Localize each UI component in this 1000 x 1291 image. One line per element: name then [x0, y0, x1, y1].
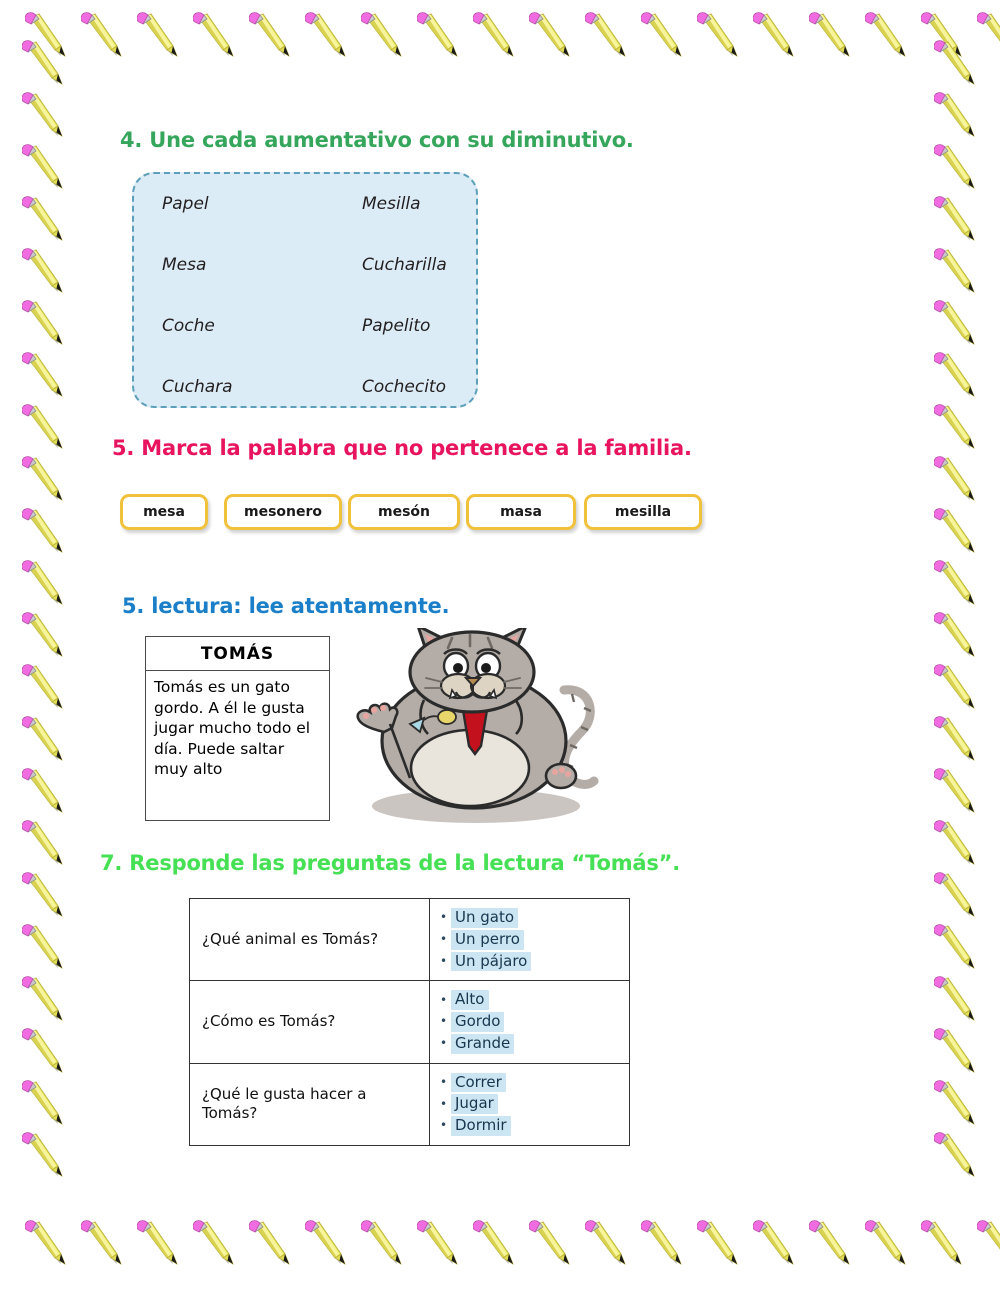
reading-title: TOMÁS — [146, 637, 329, 671]
answer-option-label: Un pájaro — [451, 951, 532, 972]
word-option-button[interactable]: mesa — [120, 494, 208, 530]
word-option-button[interactable]: masa — [466, 494, 576, 530]
aumentativo-diminutivo-wordbox: Papel Mesa Coche Cuchara Mesilla Cuchari… — [132, 172, 478, 408]
word-option-button[interactable]: mesonero — [224, 494, 342, 530]
answer-option-label: Jugar — [451, 1094, 498, 1114]
reading-text: Tomás es un gato gordo. A él le gusta ju… — [154, 678, 311, 779]
reading-passage-box: TOMÁS Tomás es un gato gordo. A él le gu… — [145, 636, 330, 821]
wordbox-right-column: Mesilla Cucharilla Papelito Cochecito — [362, 174, 447, 418]
word-item[interactable]: Papel — [162, 174, 233, 235]
worksheet-page: 4. Une cada aumentativo con su diminutiv… — [0, 0, 1000, 1291]
table-row: ¿Qué le gusta hacer a Tomás? • Correr • Juga… — [189, 1062, 630, 1146]
answer-option-label: Alto — [451, 990, 489, 1010]
answer-options-cell: • Alto • Gordo • Grande — [429, 980, 630, 1064]
answer-options-cell: • Un gato • Un perro • Un pájaro — [429, 897, 630, 982]
answer-option-label: Grande — [451, 1033, 515, 1054]
answer-option-label: Un gato — [451, 908, 519, 928]
answer-option[interactable]: • Grande — [440, 1033, 621, 1054]
word-item[interactable]: Papelito — [362, 296, 447, 357]
bullet-icon: • — [440, 1096, 448, 1111]
answer-option[interactable]: • Un gato — [440, 908, 621, 928]
bullet-icon: • — [440, 1118, 448, 1133]
exercise-6-heading: 5. lectura: lee atentamente. — [122, 594, 450, 618]
bullet-icon: • — [440, 1014, 448, 1029]
fat-cat-illustration — [348, 628, 610, 828]
answer-option[interactable]: • Gordo — [440, 1012, 621, 1032]
question-cell: ¿Qué animal es Tomás? — [189, 897, 430, 982]
answer-option[interactable]: • Un perro — [440, 929, 621, 950]
answer-option[interactable]: • Alto — [440, 990, 621, 1010]
answer-options-cell: • Correr • Jugar • Dormir — [429, 1062, 630, 1146]
exercise-7-heading: 7. Responde las preguntas de la lectura … — [100, 851, 681, 875]
answer-option-label: Dormir — [451, 1116, 511, 1136]
word-item[interactable]: Cochecito — [362, 357, 447, 418]
exercise-4-heading: 4. Une cada aumentativo con su diminutiv… — [120, 128, 634, 152]
table-row: ¿Qué animal es Tomás? • Un gato • Un perro • U… — [189, 897, 630, 982]
word-item[interactable]: Cuchara — [162, 357, 233, 418]
table-row: ¿Cómo es Tomás? • Alto • Gordo • Grande — [189, 980, 630, 1064]
word-item[interactable]: Coche — [162, 296, 233, 357]
question-cell: ¿Cómo es Tomás? — [189, 980, 430, 1064]
answer-option-label: Gordo — [451, 1012, 505, 1032]
bullet-icon: • — [440, 1036, 448, 1051]
exercise-5-heading: 5. Marca la palabra que no pertenece a l… — [112, 436, 692, 460]
word-family-options: mesa mesonero mesón masa mesilla — [120, 492, 708, 538]
answer-option[interactable]: • Correr — [440, 1072, 621, 1093]
word-option-button[interactable]: mesón — [348, 494, 460, 530]
answer-option-label: Un perro — [451, 929, 524, 950]
word-option-button[interactable]: mesilla — [584, 494, 702, 530]
answer-option[interactable]: • Un pájaro — [440, 951, 621, 972]
word-item[interactable]: Mesilla — [362, 174, 447, 235]
bullet-icon: • — [440, 992, 448, 1007]
answer-option[interactable]: • Jugar — [440, 1094, 621, 1114]
reading-questions-table: ¿Qué animal es Tomás? • Un gato • Un perro • U… — [189, 897, 630, 1146]
bullet-icon: • — [440, 1074, 448, 1089]
answer-option[interactable]: • Dormir — [440, 1116, 621, 1136]
wordbox-left-column: Papel Mesa Coche Cuchara — [162, 174, 233, 418]
answer-option-label: Correr — [451, 1072, 506, 1093]
word-item[interactable]: Cucharilla — [362, 235, 447, 296]
bullet-icon: • — [440, 910, 448, 925]
word-item[interactable]: Mesa — [162, 235, 233, 296]
question-cell: ¿Qué le gusta hacer a Tomás? — [189, 1062, 430, 1146]
bullet-icon: • — [440, 932, 448, 947]
bullet-icon: • — [440, 953, 448, 968]
